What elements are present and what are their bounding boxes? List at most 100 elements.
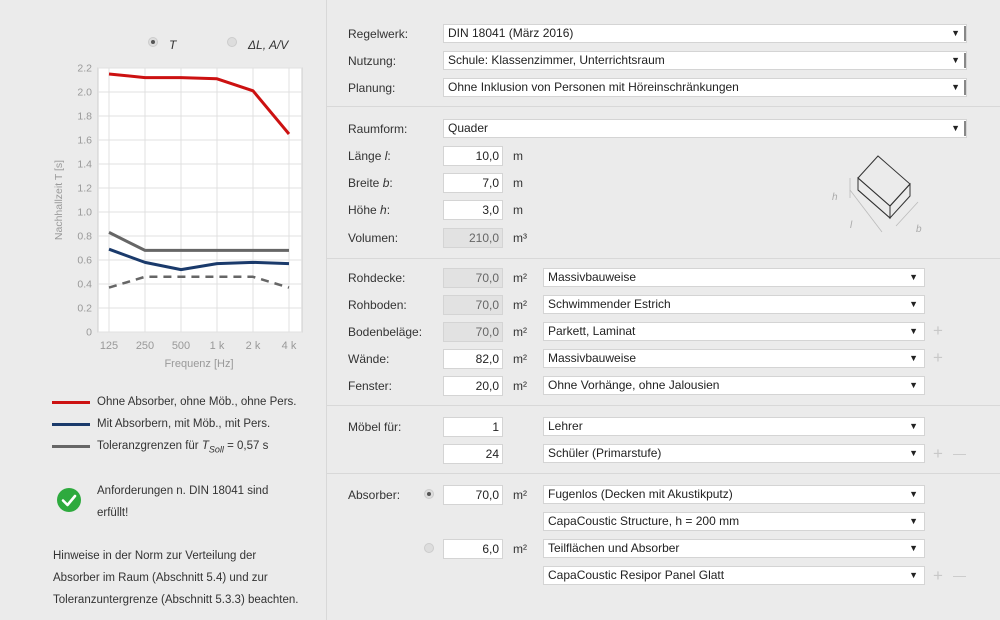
absorber-product-1[interactable]: CapaCoustic Structure, h = 200 mm ▼ xyxy=(543,512,925,531)
surface-unit: m² xyxy=(513,298,527,312)
status-message: Anforderungen n. DIN 18041 sind erfüllt! xyxy=(97,485,269,519)
chevron-down-icon: ▼ xyxy=(951,82,960,92)
nutzung-select[interactable]: Schule: Klassenzimmer, Unterrichtsraum ▼ xyxy=(443,51,967,70)
laenge-label: Länge l: xyxy=(348,149,391,163)
diagram-l: l xyxy=(850,220,853,231)
surface-unit: m² xyxy=(513,379,527,393)
surface-label-waende: Wände: xyxy=(348,352,390,366)
moebel-label: Möbel für: xyxy=(348,420,402,434)
absorber-type-1[interactable]: Fugenlos (Decken mit Akustikputz) ▼ xyxy=(543,485,925,504)
moebel-select-schueler[interactable]: Schüler (Primarstufe) ▼ xyxy=(543,444,925,463)
moebel-count-schueler[interactable]: 24 xyxy=(443,444,503,464)
panel-divider xyxy=(326,0,327,620)
chevron-down-icon: ▼ xyxy=(909,570,918,580)
legend-text-red: Ohne Absorber, ohne Möb., ohne Pers. xyxy=(97,396,297,408)
laenge-input[interactable]: 10,0 xyxy=(443,146,503,166)
nutzung-label: Nutzung: xyxy=(348,54,397,68)
surface-unit: m² xyxy=(513,325,527,339)
cuboid-diagram-icon: h l b xyxy=(832,155,922,235)
surface-material-rohdecke[interactable]: Massivbauweise ▼ xyxy=(543,268,925,287)
y-tick-label: 0.6 xyxy=(77,255,92,267)
legend-line-blue xyxy=(52,423,90,426)
diagram-b: b xyxy=(916,224,922,235)
absorber-type-2[interactable]: Teilflächen und Absorber ▼ xyxy=(543,539,925,558)
absorber-area-1[interactable]: 70,0 xyxy=(443,485,503,505)
absorber-product-2[interactable]: CapaCoustic Resipor Panel Glatt ▼ xyxy=(543,566,925,585)
absorber-radio-2[interactable] xyxy=(424,543,434,553)
x-tick-label: 500 xyxy=(172,340,190,352)
chevron-down-icon: ▼ xyxy=(909,489,918,499)
surface-label-rohboden: Rohboden: xyxy=(348,298,407,312)
section-divider xyxy=(327,473,1000,474)
chevron-down-icon: ▼ xyxy=(951,28,960,38)
surface-label-bodenbelaege: Bodenbeläge: xyxy=(348,325,423,339)
hoehe-label: Höhe h: xyxy=(348,203,391,217)
surface-value-fenster[interactable]: 20,0 xyxy=(443,376,503,396)
y-tick-label: 0.8 xyxy=(77,231,92,243)
y-tick-label: 2.0 xyxy=(77,87,92,99)
y-tick-label: 2.2 xyxy=(77,63,92,75)
section-divider xyxy=(327,106,1000,107)
hint-text: Hinweise in der Norm zur Verteilung der … xyxy=(53,550,299,606)
chevron-down-icon: ▼ xyxy=(909,326,918,336)
add-icon[interactable]: + xyxy=(933,322,943,339)
volumen-label: Volumen: xyxy=(348,231,399,245)
add-icon[interactable]: + xyxy=(933,349,943,366)
chevron-down-icon: ▼ xyxy=(909,421,918,431)
laenge-unit: m xyxy=(513,149,523,163)
add-icon[interactable]: + xyxy=(933,567,943,584)
y-tick-label: 0.2 xyxy=(77,303,92,315)
add-icon[interactable]: + xyxy=(933,445,943,462)
chevron-down-icon: ▼ xyxy=(951,55,960,65)
regelwerk-select[interactable]: DIN 18041 (März 2016) ▼ xyxy=(443,24,967,43)
x-tick-label: 2 k xyxy=(246,340,261,352)
remove-icon[interactable]: — xyxy=(953,569,966,583)
y-tick-label: 1.6 xyxy=(77,135,92,147)
x-tick-label: 1 k xyxy=(210,340,225,352)
absorber-radio-1[interactable] xyxy=(424,489,434,499)
surface-value-rohdecke: 70,0 xyxy=(443,268,503,288)
absorber-area-2[interactable]: 6,0 xyxy=(443,539,503,559)
absorber-label: Absorber: xyxy=(348,488,401,502)
legend-line-grey xyxy=(52,445,90,448)
x-tick-label: 125 xyxy=(100,340,118,352)
planung-label: Planung: xyxy=(348,81,396,95)
moebel-select-lehrer[interactable]: Lehrer ▼ xyxy=(543,417,925,436)
chevron-down-icon: ▼ xyxy=(951,123,960,133)
surface-material-waende[interactable]: Massivbauweise ▼ xyxy=(543,349,925,368)
legend-text-grey: Toleranzgrenzen für TSoll = 0,57 s xyxy=(97,440,269,455)
remove-icon[interactable]: — xyxy=(953,447,966,461)
chevron-down-icon: ▼ xyxy=(909,448,918,458)
x-axis-label: Frequenz [Hz] xyxy=(164,358,233,370)
surface-material-bodenbelaege[interactable]: Parkett, Laminat ▼ xyxy=(543,322,925,341)
raumform-select[interactable]: Quader ▼ xyxy=(443,119,967,138)
y-tick-label: 1.2 xyxy=(77,183,92,195)
y-tick-label: 1.0 xyxy=(77,207,92,219)
x-tick-label: 4 k xyxy=(282,340,297,352)
surface-value-waende[interactable]: 82,0 xyxy=(443,349,503,369)
surface-unit: m² xyxy=(513,271,527,285)
legend-line-red xyxy=(52,401,90,404)
surface-material-rohboden[interactable]: Schwimmender Estrich ▼ xyxy=(543,295,925,314)
absorber-unit: m² xyxy=(513,488,527,502)
planung-select[interactable]: Ohne Inklusion von Personen mit Höreinsc… xyxy=(443,78,967,97)
volumen-value: 210,0 xyxy=(443,228,503,248)
moebel-count-lehrer[interactable]: 1 xyxy=(443,417,503,437)
surface-material-fenster[interactable]: Ohne Vorhänge, ohne Jalousien ▼ xyxy=(543,376,925,395)
section-divider xyxy=(327,258,1000,259)
hoehe-input[interactable]: 3,0 xyxy=(443,200,503,220)
breite-input[interactable]: 7,0 xyxy=(443,173,503,193)
surface-value-bodenbelaege: 70,0 xyxy=(443,322,503,342)
chevron-down-icon: ▼ xyxy=(909,272,918,282)
y-tick-label: 1.4 xyxy=(77,159,92,171)
volumen-unit: m³ xyxy=(513,231,527,245)
y-tick-label: 0 xyxy=(86,327,92,339)
y-tick-label: 1.8 xyxy=(77,111,92,123)
chevron-down-icon: ▼ xyxy=(909,380,918,390)
surface-label-fenster: Fenster: xyxy=(348,379,393,393)
x-tick-label: 250 xyxy=(136,340,154,352)
raumform-label: Raumform: xyxy=(348,122,408,136)
section-divider xyxy=(327,405,1000,406)
check-icon xyxy=(57,488,81,512)
surface-value-rohboden: 70,0 xyxy=(443,295,503,315)
